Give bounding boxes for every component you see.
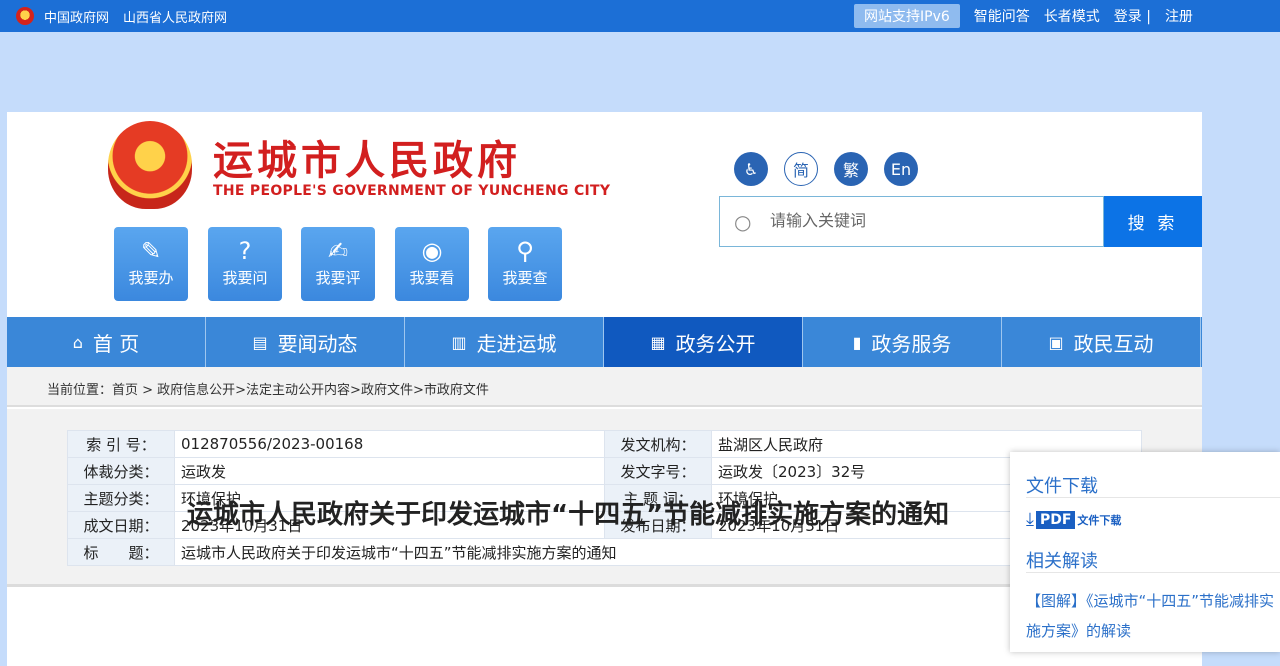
search-button[interactable]: 搜 索 xyxy=(1104,196,1202,247)
meta-key: 主题分类： xyxy=(67,484,175,512)
meta-key: 索 引 号： xyxy=(67,430,175,458)
news-icon: ▤ xyxy=(252,332,268,352)
nav-label: 首 页 xyxy=(92,331,140,356)
quick-link-label: 我要看 xyxy=(409,269,455,287)
nav-label: 政务服务 xyxy=(871,331,952,356)
accessibility-tools: ♿ 简 繁 En xyxy=(734,152,934,186)
quick-link-view[interactable]: ◉ 我要看 xyxy=(395,227,469,301)
eye-icon: ◉ xyxy=(421,237,443,265)
pdf-label: 文件下载 xyxy=(1077,513,1122,527)
top-right-links: 网站支持IPv6 智能问答 长者模式 登录 | 注册 xyxy=(854,0,1207,32)
ipv6-badge: 网站支持IPv6 xyxy=(854,4,960,28)
nav-item-home[interactable]: ⌂ 首 页 xyxy=(7,317,206,367)
table-row: 体裁分类： 运政发 发文字号： 运政发〔2023〕32号 xyxy=(67,457,1142,485)
accessibility-icon[interactable]: ♿ xyxy=(734,152,768,186)
nav-item-services[interactable]: ▮ 政务服务 xyxy=(803,317,1002,367)
meta-key: 体裁分类： xyxy=(67,457,175,485)
search-icon: ○ xyxy=(734,210,752,234)
meta-value: 运政发 xyxy=(174,457,605,485)
table-row: 索 引 号： 012870556/2023-00168 发文机构： 盐湖区人民政… xyxy=(67,430,1142,458)
edit-icon: ✍ xyxy=(327,237,349,265)
quick-link-label: 我要查 xyxy=(502,269,548,287)
breadcrumb-text[interactable]: 当前位置：首页 > 政府信息公开>法定主动公开内容>政府文件>市政府文件 xyxy=(47,379,489,398)
meta-value: 运城市人民政府关于印发运城市“十四五”节能减排实施方案的通知 xyxy=(174,538,1142,566)
nav-label: 要闻动态 xyxy=(277,331,358,356)
quick-link-label: 我要问 xyxy=(222,269,268,287)
nav-item-public-affairs[interactable]: ▦ 政务公开 xyxy=(604,317,803,367)
download-heading: 文件下载 xyxy=(1026,476,1098,497)
link-register[interactable]: 注册 xyxy=(1165,6,1193,26)
question-icon: ? xyxy=(238,237,252,265)
search-input[interactable] xyxy=(770,209,1090,235)
site-subtitle: THE PEOPLE'S GOVERNMENT OF YUNCHENG CITY xyxy=(213,183,611,199)
nav-label: 政务公开 xyxy=(675,331,756,356)
city-emblem-icon xyxy=(108,121,192,209)
meta-key: 发文机构： xyxy=(604,430,712,458)
divider xyxy=(1026,497,1280,498)
link-gov-cn[interactable]: 中国政府网 xyxy=(44,7,109,26)
breadcrumb: 当前位置：首页 > 政府信息公开>法定主动公开内容>政府文件>市政府文件 xyxy=(7,367,1202,407)
nav-item-about[interactable]: ▥ 走进运城 xyxy=(405,317,604,367)
pdf-badge: PDF xyxy=(1035,510,1076,529)
meta-value: 012870556/2023-00168 xyxy=(174,430,605,458)
home-icon: ⌂ xyxy=(72,332,83,352)
building-icon: ▥ xyxy=(451,332,467,352)
link-elder-mode[interactable]: 长者模式 xyxy=(1044,6,1100,26)
divider xyxy=(1026,572,1280,573)
main-nav: ⌂ 首 页 ▤ 要闻动态 ▥ 走进运城 ▦ 政务公开 ▮ 政务服务 ▣ 政民互动 xyxy=(7,317,1202,367)
quick-link-label: 我要评 xyxy=(315,269,361,287)
nav-item-news[interactable]: ▤ 要闻动态 xyxy=(206,317,405,367)
bookmark-icon: ▮ xyxy=(852,332,862,352)
form-icon: ✎ xyxy=(140,237,162,265)
related-link[interactable]: 【图解】《运城市“十四五”节能减排实施方案》的解读 xyxy=(1026,586,1280,646)
nav-label: 走进运城 xyxy=(476,331,557,356)
related-heading: 相关解读 xyxy=(1026,551,1098,572)
table-row: 标 题： 运城市人民政府关于印发运城市“十四五”节能减排实施方案的通知 xyxy=(67,538,1142,566)
top-links: 中国政府网 山西省人民政府网 xyxy=(16,0,241,32)
meta-key: 标 题： xyxy=(67,538,175,566)
traditional-chinese-button[interactable]: 繁 xyxy=(834,152,868,186)
nav-label: 政民互动 xyxy=(1073,331,1154,356)
top-bar: 中国政府网 山西省人民政府网 网站支持IPv6 智能问答 长者模式 登录 | 注… xyxy=(0,0,1280,32)
meta-key: 发文字号： xyxy=(604,457,712,485)
quick-link-label: 我要办 xyxy=(128,269,174,287)
search-box: ○ xyxy=(719,196,1104,247)
link-shanxi-gov[interactable]: 山西省人民政府网 xyxy=(123,7,227,26)
site-header: 运城市人民政府 THE PEOPLE'S GOVERNMENT OF YUNCH… xyxy=(7,112,1202,317)
link-smart-qa[interactable]: 智能问答 xyxy=(974,6,1030,26)
search-icon: ⚲ xyxy=(516,237,534,265)
download-icon: ⤓ xyxy=(1026,509,1034,530)
site-title: 运城市人民政府 xyxy=(213,138,521,184)
nav-item-interaction[interactable]: ▣ 政民互动 xyxy=(1002,317,1201,367)
link-login[interactable]: 登录 | xyxy=(1114,6,1151,26)
quick-link-rate[interactable]: ✍ 我要评 xyxy=(301,227,375,301)
article-title: 运城市人民政府关于印发运城市“十四五”节能减排实施方案的通知 xyxy=(187,500,950,530)
quick-link-query[interactable]: ⚲ 我要查 xyxy=(488,227,562,301)
quick-link-handle[interactable]: ✎ 我要办 xyxy=(114,227,188,301)
pdf-download-link[interactable]: ⤓ PDF 文件下载 xyxy=(1026,509,1121,530)
simplified-chinese-button[interactable]: 简 xyxy=(784,152,818,186)
english-button[interactable]: En xyxy=(884,152,918,186)
side-panel: 文件下载 ⤓ PDF 文件下载 相关解读 【图解】《运城市“十四五”节能减排实施… xyxy=(1010,452,1280,652)
book-icon: ▦ xyxy=(650,332,666,352)
chat-icon: ▣ xyxy=(1048,332,1064,352)
quick-link-ask[interactable]: ? 我要问 xyxy=(208,227,282,301)
national-emblem-icon xyxy=(16,7,34,25)
meta-key: 成文日期： xyxy=(67,511,175,539)
